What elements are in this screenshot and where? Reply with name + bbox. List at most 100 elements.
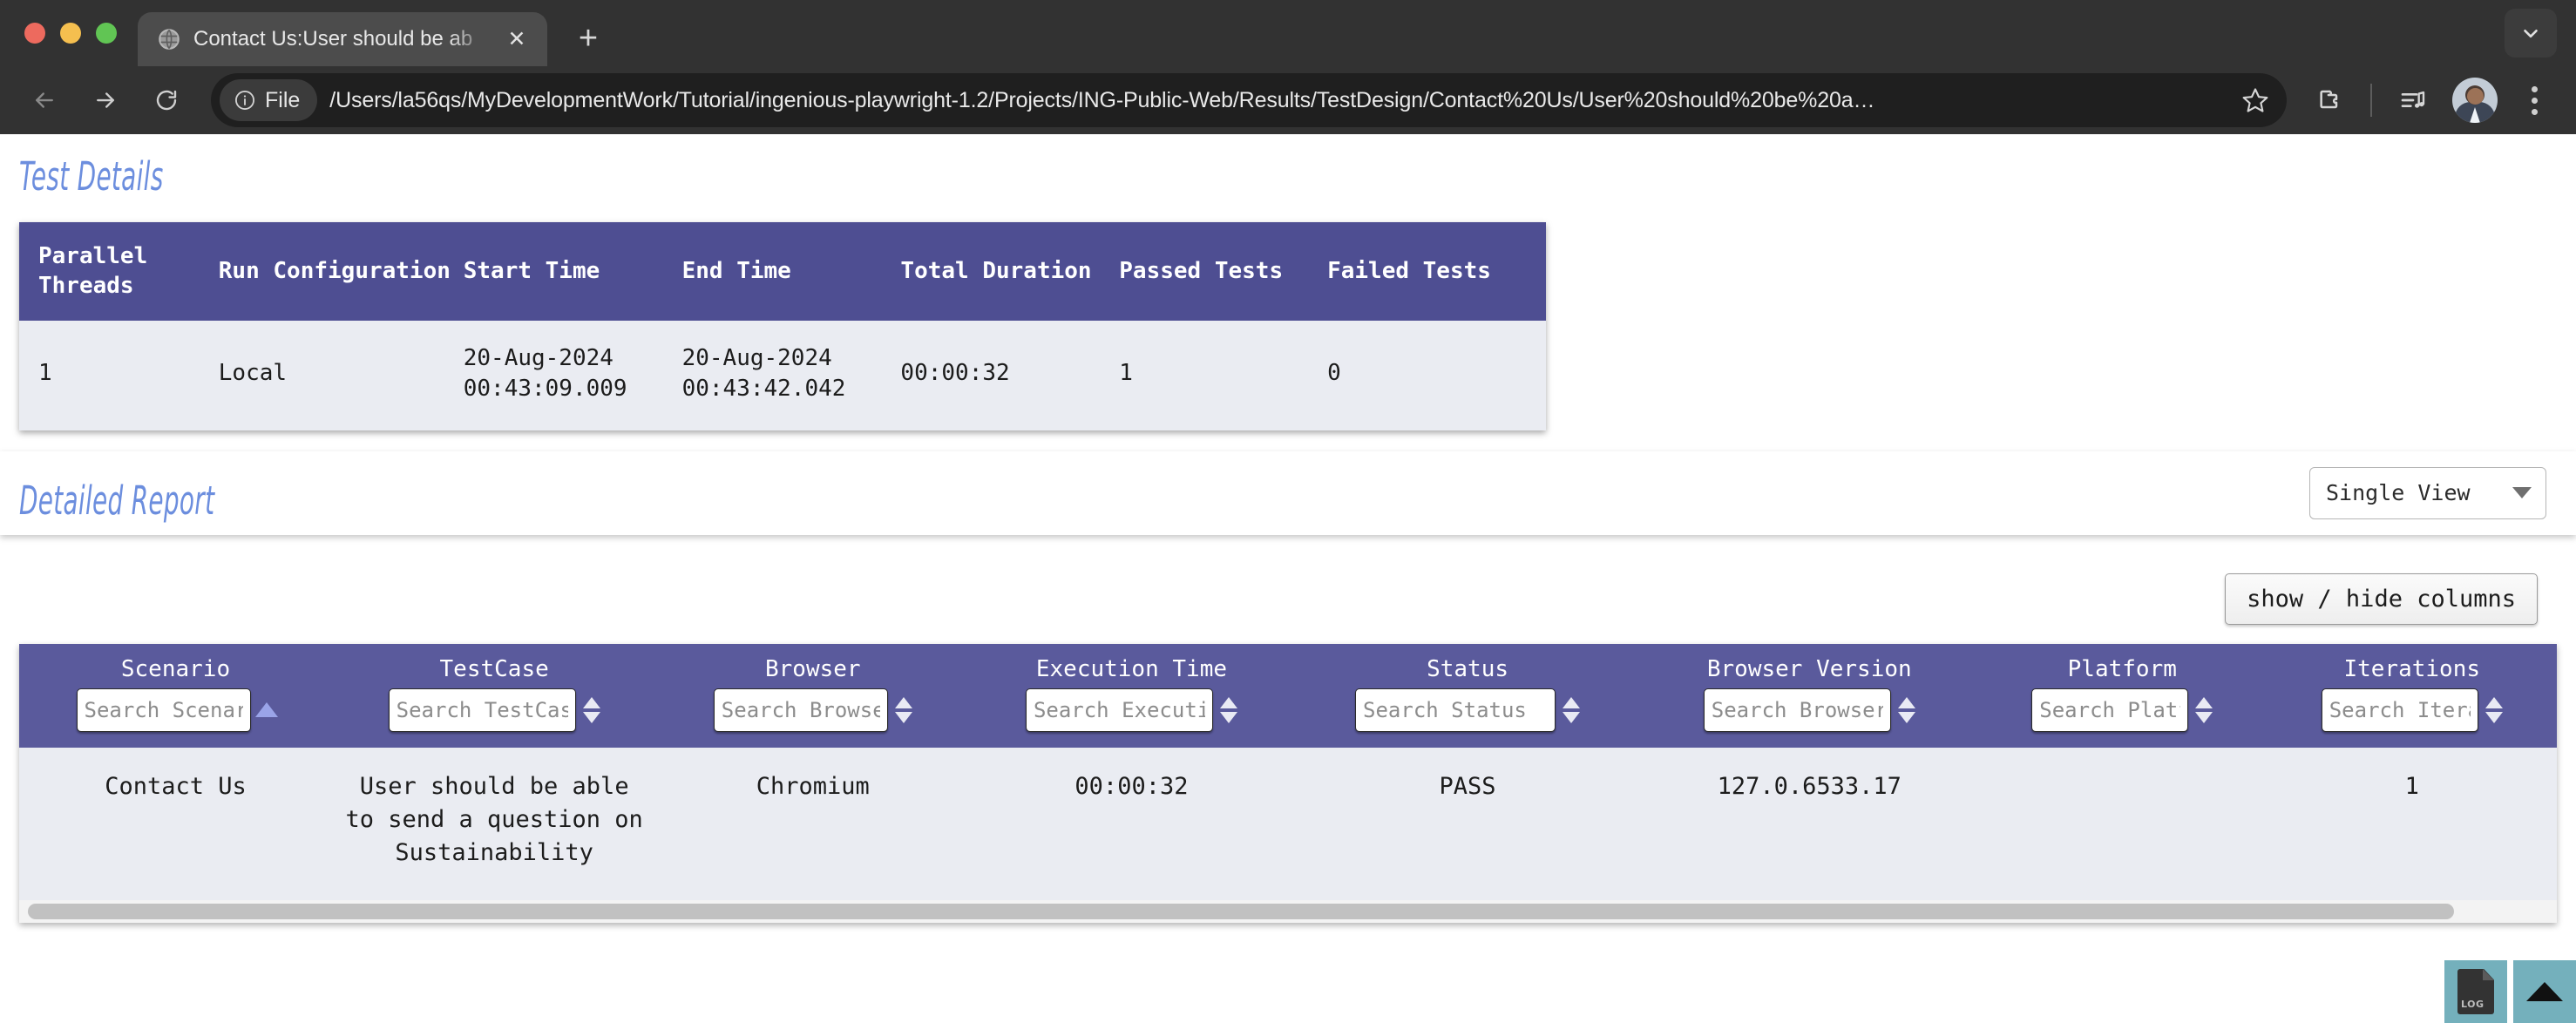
- view-mode-selected-label: Single View: [2326, 480, 2471, 506]
- col-failed-tests: Failed Tests: [1327, 222, 1546, 321]
- cell-execution-time: 00:00:32: [969, 747, 1294, 900]
- horizontal-scrollbar[interactable]: [19, 899, 2557, 923]
- sort-ascending-icon: [2195, 696, 2213, 708]
- new-tab-button[interactable]: +: [563, 13, 613, 64]
- col-header-browser-version: Browser Version: [1641, 643, 1978, 748]
- search-input-browser[interactable]: [713, 688, 888, 732]
- table-row: Contact Us User should be able to send a…: [19, 747, 2557, 900]
- tab-title: Contact Us:User should be ab: [193, 27, 473, 51]
- test-details-title-wrap: Test Details: [0, 134, 2576, 200]
- browser-toolbar: File /Users/la56qs/MyDevelopmentWork/Tut…: [0, 66, 2576, 134]
- col-header-platform: Platform: [1977, 643, 2268, 748]
- scrollbar-thumb[interactable]: [28, 903, 2455, 919]
- detailed-report-title: Detailed Report: [19, 478, 215, 525]
- cell-total-duration: 00:00:32: [900, 320, 1120, 430]
- chevron-down-icon: [2512, 487, 2532, 499]
- sort-descending-icon: [1897, 711, 1915, 723]
- cell-status: PASS: [1293, 747, 1642, 900]
- sort-toggle-browser[interactable]: [894, 690, 912, 730]
- search-input-status[interactable]: [1355, 688, 1556, 732]
- close-window-button[interactable]: [24, 23, 45, 44]
- url-text: /Users/la56qs/MyDevelopmentWork/Tutorial…: [329, 87, 1875, 112]
- file-scheme-chip[interactable]: File: [220, 79, 318, 121]
- col-passed-tests: Passed Tests: [1119, 222, 1328, 321]
- search-input-platform[interactable]: [2031, 688, 2189, 732]
- cell-parallel-threads: 1: [19, 320, 219, 430]
- search-input-browser-version[interactable]: [1703, 688, 1891, 732]
- column-label: Browser: [765, 655, 861, 682]
- reload-icon[interactable]: [138, 71, 195, 129]
- sort-toggle-testcase[interactable]: [582, 690, 600, 730]
- search-input-scenario[interactable]: [76, 688, 251, 732]
- table-row: 1 Local 20-Aug-2024 00:43:09.009 20-Aug-…: [19, 320, 1546, 430]
- floating-action-buttons: LOG: [2444, 960, 2576, 1023]
- bookmark-star-icon[interactable]: [2231, 76, 2280, 125]
- close-tab-button[interactable]: ✕: [502, 24, 532, 54]
- cell-platform: [1977, 747, 2268, 900]
- sort-toggle-platform[interactable]: [2195, 690, 2213, 730]
- report-page: Test Details Parallel Threads Run Config…: [0, 134, 2576, 1023]
- profile-avatar[interactable]: [2452, 78, 2498, 123]
- test-details-title: Test Details: [19, 153, 164, 200]
- detailed-report-title-wrap: Detailed Report: [0, 462, 335, 524]
- sort-descending-icon: [2195, 711, 2213, 723]
- cell-run-configuration: Local: [218, 320, 464, 430]
- maximize-window-button[interactable]: [96, 23, 117, 44]
- view-mode-select[interactable]: Single View: [2309, 466, 2546, 519]
- file-scheme-label: File: [265, 87, 301, 112]
- sort-toggle-browser-version[interactable]: [1897, 690, 1915, 730]
- forward-arrow-icon[interactable]: [77, 71, 134, 129]
- sort-toggle-status[interactable]: [1563, 690, 1581, 730]
- column-label: Browser Version: [1706, 655, 1912, 682]
- search-input-iterations[interactable]: [2321, 688, 2478, 732]
- col-parallel-threads: Parallel Threads: [19, 222, 219, 321]
- show-hide-columns-button[interactable]: show / hide columns: [2225, 572, 2538, 625]
- info-circle-icon: [234, 89, 256, 112]
- minimize-window-button[interactable]: [60, 23, 81, 44]
- sort-ascending-icon: [894, 696, 912, 708]
- back-arrow-icon[interactable]: [16, 71, 73, 129]
- sort-descending-icon: [1219, 711, 1237, 723]
- media-control-icon[interactable]: [2386, 73, 2440, 127]
- column-label: Platform: [2067, 655, 2177, 682]
- chevron-down-icon[interactable]: [2505, 9, 2557, 58]
- search-input-execution-time[interactable]: [1025, 688, 1213, 732]
- cell-end-time: 20-Aug-2024 00:43:42.042: [681, 320, 901, 430]
- column-label: TestCase: [439, 655, 549, 682]
- toolbar-divider: [2370, 84, 2372, 117]
- col-start-time: Start Time: [463, 222, 682, 321]
- col-run-configuration: Run Configuration: [218, 222, 464, 321]
- browser-chrome: Contact Us:User should be ab ✕ + File /U…: [0, 0, 2576, 134]
- column-label: Status: [1427, 655, 1508, 682]
- browser-tab[interactable]: Contact Us:User should be ab ✕: [138, 12, 547, 66]
- sort-ascending-icon: [1219, 696, 1237, 708]
- cell-iterations: 1: [2267, 747, 2557, 900]
- sort-toggle-scenario[interactable]: [254, 690, 278, 730]
- search-input-testcase[interactable]: [388, 688, 576, 732]
- download-log-button[interactable]: LOG: [2444, 960, 2507, 1023]
- three-dot-menu-icon[interactable]: [2510, 73, 2559, 127]
- log-icon-label: LOG: [2461, 999, 2484, 1010]
- col-header-testcase: TestCase: [332, 643, 657, 748]
- detailed-report-table-wrap: Scenario TestCase Browser Execution Time Sta…: [19, 643, 2557, 923]
- sort-toggle-execution-time[interactable]: [1219, 690, 1237, 730]
- scroll-to-top-button[interactable]: [2513, 960, 2576, 1023]
- test-details-table: Parallel Threads Run Configuration Start…: [19, 222, 1546, 430]
- cell-scenario: Contact Us: [19, 747, 332, 900]
- sort-descending-icon: [894, 711, 912, 723]
- sort-ascending-icon: [2484, 696, 2503, 708]
- address-bar[interactable]: File /Users/la56qs/MyDevelopmentWork/Tut…: [211, 73, 2287, 127]
- cell-testcase[interactable]: User should be able to send a question o…: [332, 747, 657, 900]
- cell-browser-version: 127.0.6533.17: [1641, 747, 1978, 900]
- cell-start-time: 20-Aug-2024 00:43:09.009: [463, 320, 682, 430]
- cell-passed-tests: 1: [1119, 320, 1328, 430]
- col-header-iterations: Iterations: [2267, 643, 2557, 748]
- col-end-time: End Time: [681, 222, 901, 321]
- sort-toggle-iterations[interactable]: [2484, 690, 2503, 730]
- extensions-puzzle-icon[interactable]: [2302, 73, 2356, 127]
- column-label: Scenario: [120, 655, 231, 682]
- show-hide-columns-row: show / hide columns: [0, 535, 2576, 625]
- column-label: Iterations: [2343, 655, 2481, 682]
- table-header-row: Scenario TestCase Browser Execution Time Sta…: [19, 643, 2557, 748]
- detailed-report-table: Scenario TestCase Browser Execution Time Sta…: [19, 643, 2557, 900]
